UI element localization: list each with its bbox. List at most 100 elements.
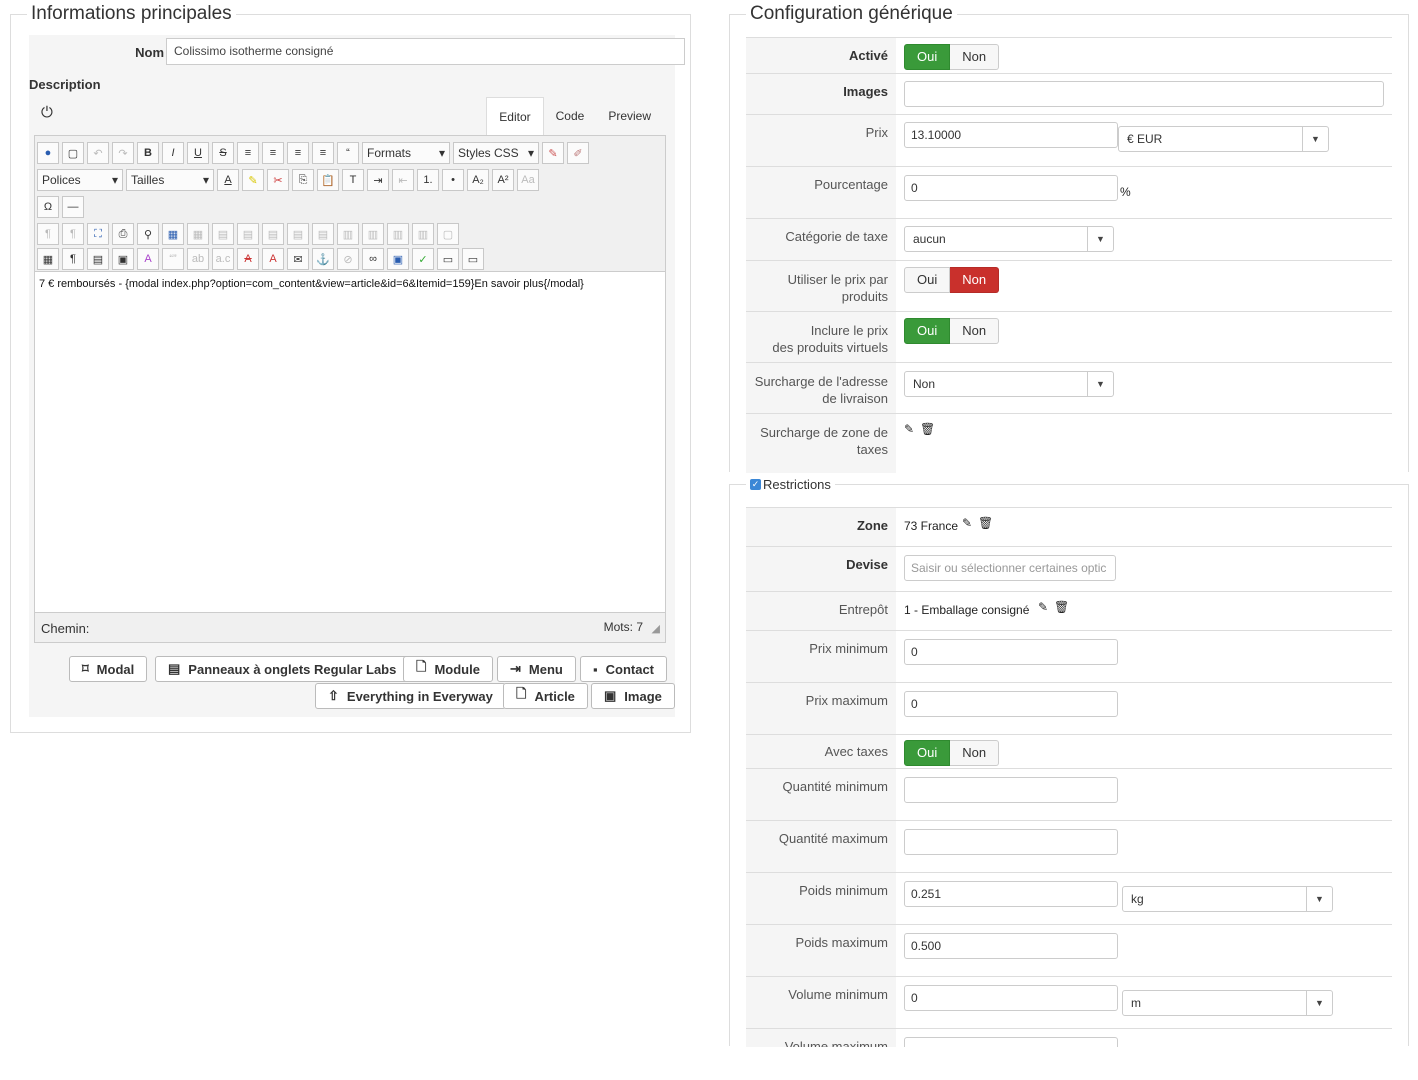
ordered-list-icon[interactable]: 1. — [417, 169, 439, 191]
max-qty-input[interactable] — [904, 829, 1118, 855]
outdent-icon[interactable]: ⇤ — [392, 169, 414, 191]
row-before-icon[interactable]: ▤ — [262, 223, 284, 245]
blockquote-icon[interactable]: “ — [337, 142, 359, 164]
link-icon[interactable]: ∞ — [362, 248, 384, 270]
article-button[interactable]: 🗋 Article — [503, 683, 588, 709]
attributes-icon[interactable]: ✉ — [287, 248, 309, 270]
formats-select[interactable]: Formats ▾ — [362, 142, 450, 164]
font-family-select[interactable]: Polices ▾ — [37, 169, 123, 191]
spellcheck-icon[interactable]: ✓ — [412, 248, 434, 270]
styles-icon[interactable]: A — [137, 248, 159, 270]
text-color-icon[interactable]: A — [217, 169, 239, 191]
edit-pencil-icon[interactable]: ✎ — [904, 422, 914, 436]
table-delete-icon[interactable]: ▦ — [187, 223, 209, 245]
font-size-select[interactable]: Tailles ▾ — [126, 169, 214, 191]
split-cells-icon[interactable]: ▥ — [412, 223, 434, 245]
tabs-button[interactable]: ▤ Panneaux à onglets Regular Labs — [155, 656, 410, 682]
visual-aid-icon[interactable]: ▦ — [37, 248, 59, 270]
ltr-icon[interactable]: ¶ — [37, 223, 59, 245]
paste-text-icon[interactable]: T — [342, 169, 364, 191]
row-after-icon[interactable]: ▤ — [287, 223, 309, 245]
indent-icon[interactable]: ⇥ — [367, 169, 389, 191]
help-icon[interactable]: ● — [37, 142, 59, 164]
italic-icon[interactable]: I — [162, 142, 184, 164]
modal-button[interactable]: ⌑ Modal — [69, 656, 148, 682]
insertion-icon[interactable]: A — [262, 248, 284, 270]
weight-unit-select[interactable]: kg ▼ — [1122, 886, 1333, 912]
table-icon[interactable]: ▦ — [162, 223, 184, 245]
bullet-list-icon[interactable]: • — [442, 169, 464, 191]
tab-editor[interactable]: Editor — [486, 97, 544, 135]
cleanup-icon[interactable]: ✐ — [567, 142, 589, 164]
rtl-icon[interactable]: ¶ — [62, 223, 84, 245]
trash-icon[interactable]: 🗑 — [978, 516, 993, 530]
col-after-icon[interactable]: ▥ — [362, 223, 384, 245]
case-icon[interactable]: Aa — [517, 169, 539, 191]
align-center-icon[interactable]: ≡ — [262, 142, 284, 164]
template-icon[interactable]: ▤ — [87, 248, 109, 270]
image-icon[interactable]: ▣ — [387, 248, 409, 270]
readmore-icon[interactable]: ▭ — [462, 248, 484, 270]
print-icon[interactable]: ⎙ — [112, 223, 134, 245]
search-icon[interactable]: ⚲ — [137, 223, 159, 245]
module-button[interactable]: 🗋 Module — [403, 656, 493, 682]
fullscreen-icon[interactable]: ⛶ — [87, 223, 109, 245]
min-qty-input[interactable] — [904, 777, 1118, 803]
unlink-icon[interactable]: ⊘ — [337, 248, 359, 270]
merge-cells-icon[interactable]: ▢ — [437, 223, 459, 245]
bold-icon[interactable]: B — [137, 142, 159, 164]
images-input[interactable] — [904, 81, 1384, 107]
cut-icon[interactable]: ✂ — [267, 169, 289, 191]
acronym-icon[interactable]: a.c — [212, 248, 234, 270]
styles-select[interactable]: Styles CSS ▾ — [453, 142, 539, 164]
paste-icon[interactable]: 📋 — [317, 169, 339, 191]
per-product-toggle[interactable]: Oui Non — [904, 267, 1000, 293]
special-char-icon[interactable]: Ω — [37, 196, 59, 218]
highlight-icon[interactable]: ✎ — [242, 169, 264, 191]
everything-button[interactable]: ⇧ Everything in Everyway — [315, 683, 506, 709]
strikethrough-icon[interactable]: S — [212, 142, 234, 164]
name-input[interactable]: Colissimo isotherme consigné — [166, 38, 685, 65]
image-button[interactable]: ▣ Image — [591, 683, 675, 709]
layer-icon[interactable]: ▣ — [112, 248, 134, 270]
max-volume-input[interactable] — [904, 1037, 1118, 1047]
redo-icon[interactable]: ↷ — [112, 142, 134, 164]
with-taxes-toggle[interactable]: Oui Non — [904, 740, 1000, 766]
align-left-icon[interactable]: ≡ — [237, 142, 259, 164]
pagebreak-icon[interactable]: ▭ — [437, 248, 459, 270]
tab-preview[interactable]: Preview — [596, 97, 663, 135]
devise-input[interactable]: Saisir ou sélectionner certaines optic — [904, 555, 1116, 581]
delete-row-icon[interactable]: ▤ — [312, 223, 334, 245]
superscript-icon[interactable]: A² — [492, 169, 514, 191]
subscript-icon[interactable]: A₂ — [467, 169, 489, 191]
min-price-input[interactable]: 0 — [904, 639, 1118, 665]
edit-pencil-icon[interactable]: ✎ — [962, 516, 972, 530]
editor-content[interactable]: 7 € remboursés - {modal index.php?option… — [39, 278, 584, 290]
max-weight-input[interactable]: 0.500 — [904, 933, 1118, 959]
address-select[interactable]: Non ▼ — [904, 371, 1114, 397]
justify-icon[interactable]: ≡ — [312, 142, 334, 164]
cell-props-icon[interactable]: ▤ — [237, 223, 259, 245]
trash-icon[interactable]: 🗑 — [920, 422, 935, 436]
cite-icon[interactable]: “” — [162, 248, 184, 270]
copy-icon[interactable]: ⎘ — [292, 169, 314, 191]
trash-icon[interactable]: 🗑 — [1054, 600, 1069, 614]
price-input[interactable]: 13.10000 — [904, 122, 1118, 148]
align-right-icon[interactable]: ≡ — [287, 142, 309, 164]
min-volume-input[interactable]: 0 — [904, 985, 1118, 1011]
active-toggle[interactable]: Oui Non — [904, 44, 1000, 70]
volume-unit-select[interactable]: m ▼ — [1122, 990, 1333, 1016]
min-weight-input[interactable]: 0.251 — [904, 881, 1118, 907]
row-props-icon[interactable]: ▤ — [212, 223, 234, 245]
anchor-icon[interactable]: ⚓ — [312, 248, 334, 270]
edit-pencil-icon[interactable]: ✎ — [1038, 600, 1048, 614]
menu-button[interactable]: ⇥ Menu — [497, 656, 576, 682]
checkbox-icon[interactable]: ✓ — [750, 479, 761, 490]
new-document-icon[interactable]: ▢ — [62, 142, 84, 164]
restrictions-legend[interactable]: ✓ Restrictions — [746, 477, 835, 492]
tax-select[interactable]: aucun ▼ — [904, 226, 1114, 252]
max-price-input[interactable]: 0 — [904, 691, 1118, 717]
delete-col-icon[interactable]: ▥ — [387, 223, 409, 245]
undo-icon[interactable]: ↶ — [87, 142, 109, 164]
tab-code[interactable]: Code — [544, 97, 597, 135]
